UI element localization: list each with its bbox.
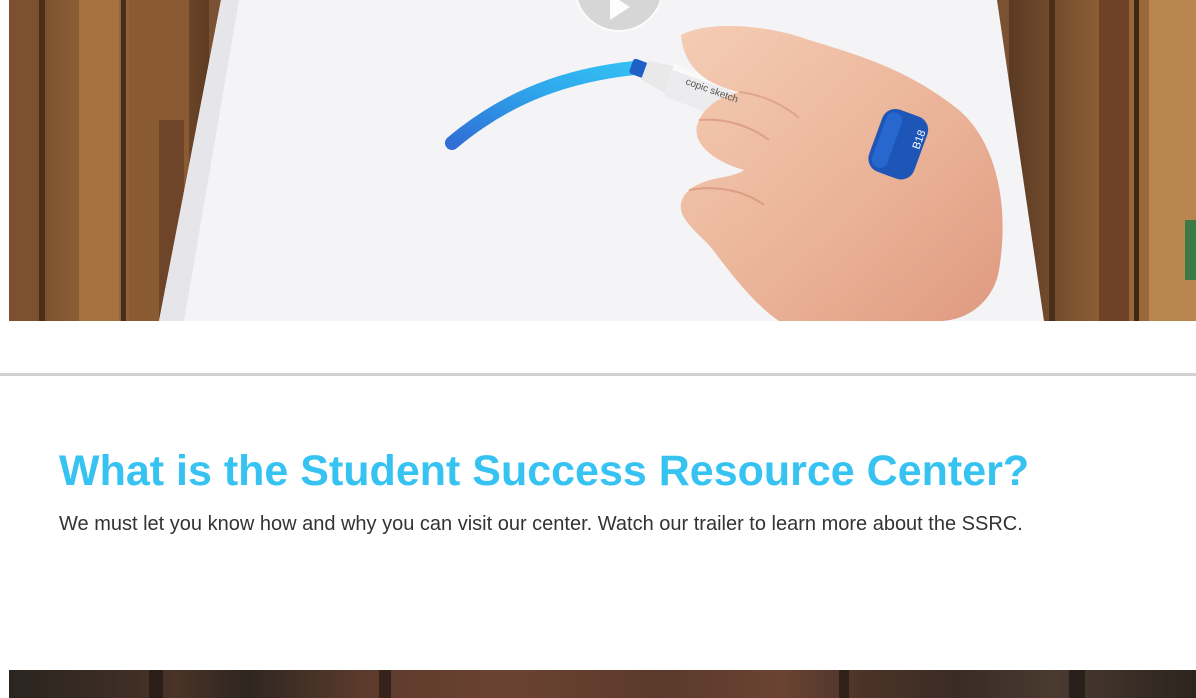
video-frame-detail: [149, 670, 163, 698]
video-player-top[interactable]: B18 copic sketch: [9, 0, 1196, 321]
video-thumbnail-drawing: B18 copic sketch: [9, 0, 1196, 321]
section-title: What is the Student Success Resource Cen…: [59, 447, 1030, 495]
video-frame-detail: [839, 670, 849, 698]
video-frame-detail: [1069, 670, 1085, 698]
play-icon: [610, 0, 630, 20]
section-divider: [0, 373, 1196, 376]
section-description: We must let you know how and why you can…: [59, 513, 1023, 535]
video-player-bottom[interactable]: [9, 670, 1196, 698]
page: B18 copic sketch What is the Student Suc…: [0, 0, 1196, 698]
video-frame-detail: [379, 670, 391, 698]
